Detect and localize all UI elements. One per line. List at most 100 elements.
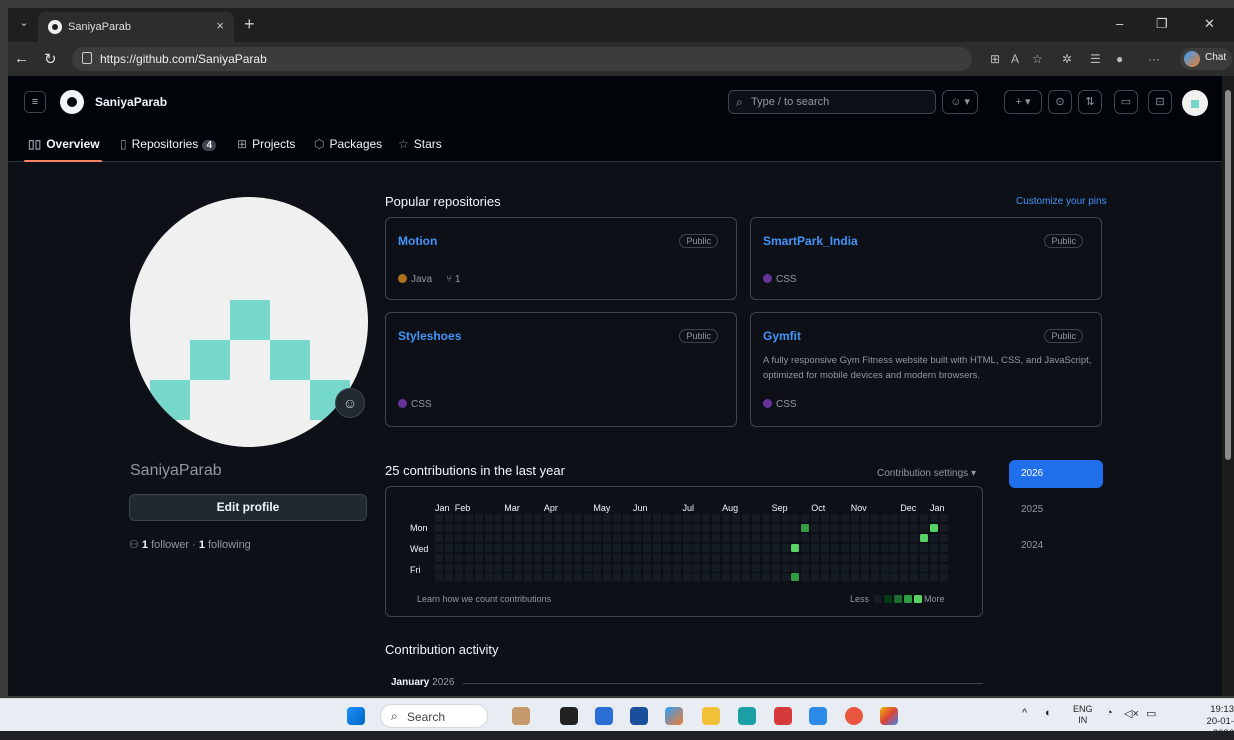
contribution-cell[interactable] <box>444 533 453 542</box>
profile-icon[interactable]: ● <box>1116 52 1123 66</box>
contribution-cell[interactable] <box>623 533 632 542</box>
contribution-cell[interactable] <box>435 573 443 582</box>
contribution-cell[interactable] <box>613 533 622 542</box>
contribution-cell[interactable] <box>900 533 909 542</box>
contribution-cell[interactable] <box>920 533 929 542</box>
tray-app-icon[interactable]: ◐ <box>1045 707 1052 719</box>
contribution-cell[interactable] <box>454 514 463 522</box>
contribution-cell[interactable] <box>722 553 731 562</box>
more-options-icon[interactable]: ··· <box>1148 52 1160 66</box>
contribution-cell[interactable] <box>751 533 760 542</box>
contribution-cell[interactable] <box>642 514 651 522</box>
contribution-cell[interactable] <box>939 553 948 562</box>
contribution-cell[interactable] <box>900 543 909 552</box>
contribution-cell[interactable] <box>840 523 849 532</box>
contribution-cell[interactable] <box>524 523 533 532</box>
contribution-cell[interactable] <box>504 553 513 562</box>
contribution-cell[interactable] <box>464 563 473 572</box>
contribution-cell[interactable] <box>801 533 810 542</box>
contribution-cell[interactable] <box>791 523 800 532</box>
contribution-cell[interactable] <box>672 543 681 552</box>
contribution-cell[interactable] <box>692 543 701 552</box>
network-app-icon[interactable] <box>809 707 827 725</box>
contribution-cell[interactable] <box>444 543 453 552</box>
contribution-cell[interactable] <box>860 573 869 582</box>
contribution-cell[interactable] <box>771 573 780 582</box>
contribution-cell[interactable] <box>494 543 503 552</box>
contribution-cell[interactable] <box>870 514 879 522</box>
contribution-cell[interactable] <box>741 573 750 582</box>
header-username[interactable]: SaniyaParab <box>95 95 167 109</box>
contribution-cell[interactable] <box>702 563 711 572</box>
contribution-cell[interactable] <box>484 523 493 532</box>
contribution-cell[interactable] <box>870 573 879 582</box>
contribution-cell[interactable] <box>741 553 750 562</box>
contribution-cell[interactable] <box>692 563 701 572</box>
contribution-cell[interactable] <box>850 533 859 542</box>
contribution-cell[interactable] <box>613 573 622 582</box>
repo-name-link[interactable]: Motion <box>398 234 437 248</box>
contribution-cell[interactable] <box>672 533 681 542</box>
contribution-cell[interactable] <box>553 543 562 552</box>
contribution-cell[interactable] <box>583 563 592 572</box>
contribution-cell[interactable] <box>474 573 483 582</box>
contribution-cell[interactable] <box>435 563 443 572</box>
contribution-cell[interactable] <box>464 514 473 522</box>
contribution-cell[interactable] <box>563 553 572 562</box>
contribution-cell[interactable] <box>890 514 899 522</box>
contribution-cell[interactable] <box>603 533 612 542</box>
contribution-cell[interactable] <box>900 573 909 582</box>
contribution-cell[interactable] <box>930 514 938 522</box>
contribution-cell[interactable] <box>791 563 800 572</box>
contribution-cell[interactable] <box>712 573 721 582</box>
learn-contributions-link[interactable]: Learn how we count contributions <box>417 594 551 604</box>
contribution-cell[interactable] <box>722 573 731 582</box>
contribution-cell[interactable] <box>652 573 661 582</box>
contribution-cell[interactable] <box>771 514 780 522</box>
contribution-cell[interactable] <box>633 553 641 562</box>
contribution-cell[interactable] <box>593 514 602 522</box>
contribution-cell[interactable] <box>880 514 889 522</box>
contribution-cell[interactable] <box>850 563 859 572</box>
contribution-cell[interactable] <box>751 573 760 582</box>
contribution-cell[interactable] <box>930 573 938 582</box>
contribution-cell[interactable] <box>573 573 582 582</box>
contribution-cell[interactable] <box>474 523 483 532</box>
set-status-smiley-icon[interactable]: ☺ <box>335 388 365 418</box>
contribution-cell[interactable] <box>573 533 582 542</box>
create-new-button[interactable]: + ▾ <box>1004 90 1042 114</box>
inbox-icon[interactable]: ⊡ <box>1148 90 1172 114</box>
contribution-cell[interactable] <box>504 523 513 532</box>
contribution-cell[interactable] <box>682 553 691 562</box>
contribution-cell[interactable] <box>662 514 671 522</box>
contribution-cell[interactable] <box>751 514 760 522</box>
contribution-cell[interactable] <box>524 563 533 572</box>
contribution-cell[interactable] <box>593 523 602 532</box>
contribution-cell[interactable] <box>821 514 830 522</box>
contribution-cell[interactable] <box>761 533 770 542</box>
contribution-cell[interactable] <box>662 563 671 572</box>
contribution-cell[interactable] <box>444 523 453 532</box>
contribution-cell[interactable] <box>435 523 443 532</box>
contribution-cell[interactable] <box>553 553 562 562</box>
contribution-cell[interactable] <box>771 523 780 532</box>
contribution-cell[interactable] <box>741 543 750 552</box>
contribution-cell[interactable] <box>484 563 493 572</box>
following-label[interactable]: following <box>208 539 251 551</box>
contribution-cell[interactable] <box>543 514 552 522</box>
repo-card[interactable]: SmartPark_India Public CSS <box>750 217 1102 300</box>
contribution-cell[interactable] <box>662 523 671 532</box>
contribution-cell[interactable] <box>732 543 740 552</box>
contribution-cell[interactable] <box>771 543 780 552</box>
contribution-cell[interactable] <box>435 514 443 522</box>
contribution-cell[interactable] <box>662 553 671 562</box>
contribution-cell[interactable] <box>682 514 691 522</box>
contribution-cell[interactable] <box>494 533 503 542</box>
contribution-cell[interactable] <box>474 543 483 552</box>
contribution-cell[interactable] <box>890 573 899 582</box>
contribution-cell[interactable] <box>831 553 839 562</box>
contribution-cell[interactable] <box>860 514 869 522</box>
contribution-cell[interactable] <box>484 514 493 522</box>
volume-muted-icon[interactable]: ◁× <box>1124 707 1139 720</box>
address-bar[interactable]: https://github.com/SaniyaParab <box>72 47 972 71</box>
